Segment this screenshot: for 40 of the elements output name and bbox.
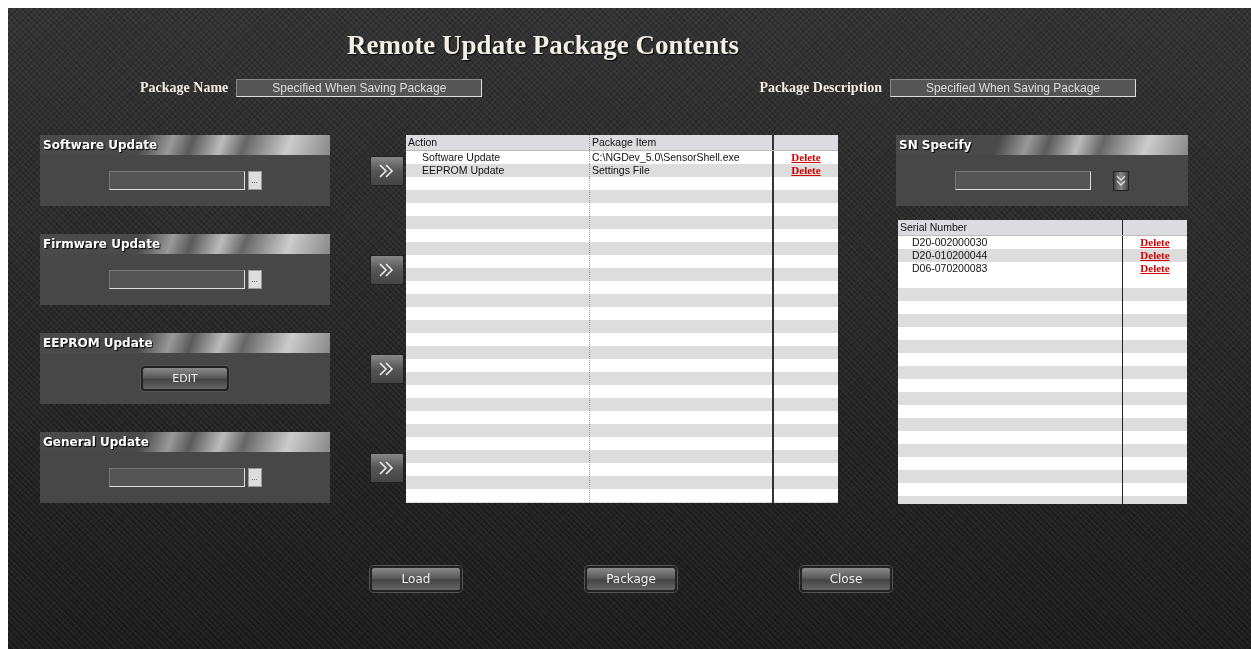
panel-title: Firmware Update [43,237,161,251]
column-header: Serial Number [898,220,1123,235]
package-name-field[interactable]: Specified When Saving Package [236,79,483,97]
package-description-field[interactable]: Specified When Saving Package [890,79,1136,97]
package-description-label: Package Description [759,80,882,96]
delete-link[interactable]: Delete [791,164,821,176]
action-button[interactable]: Close [800,566,892,592]
delete-link[interactable]: Delete [1140,262,1170,274]
browse-button[interactable]: ... [247,468,262,487]
panel-title: General Update [43,435,149,449]
add-button[interactable] [370,353,404,384]
add-button[interactable] [370,254,404,285]
action-button[interactable]: Package [585,566,677,592]
delete-link[interactable]: Delete [791,151,821,163]
double-chevron-icon [378,459,396,476]
add-button[interactable] [370,452,404,483]
double-chevron-down-icon [1116,174,1126,187]
page-title: Remote Update Package Contents [345,29,741,61]
action-button[interactable]: Load [370,566,462,592]
browse-button[interactable]: ... [247,270,262,289]
panel-title: EEPROM Update [43,336,153,350]
serial-number-field[interactable] [955,171,1091,190]
browse-button[interactable]: ... [247,171,262,190]
delete-link[interactable]: Delete [1140,236,1170,248]
panel-title: SN Specify [899,138,972,152]
table-cell: D20-010200044 [898,249,1123,262]
add-serial-button[interactable] [1113,170,1129,191]
column-header: Package Item [590,135,774,150]
double-chevron-icon [378,261,396,278]
file-path-field[interactable] [108,468,245,487]
file-path-field[interactable] [108,171,245,190]
file-path-field[interactable] [108,270,245,289]
double-chevron-icon [378,162,396,179]
double-chevron-icon [378,360,396,377]
package-name-label: Package Name [140,80,229,96]
column-header: Action [406,135,590,150]
delete-link[interactable]: Delete [1140,249,1170,261]
panel-title: Software Update [43,138,158,152]
edit-button[interactable]: EDIT [141,366,229,391]
add-button[interactable] [370,155,404,186]
